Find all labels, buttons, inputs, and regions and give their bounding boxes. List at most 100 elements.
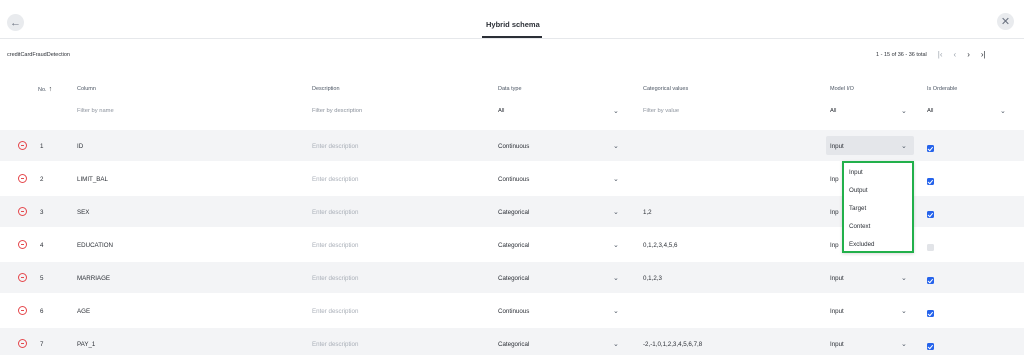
active-tab-indicator	[482, 36, 542, 38]
chevron-down-icon[interactable]: ⌄	[901, 307, 907, 315]
table-row: 7 PAY_1 Enter description Categorical ⌄ …	[0, 328, 1024, 355]
description-input[interactable]: Enter description	[312, 176, 358, 183]
header-description: Description	[312, 86, 340, 92]
description-input[interactable]: Enter description	[312, 275, 358, 282]
remove-row-icon[interactable]	[18, 240, 27, 249]
pagination: 1 - 15 of 36 - 36 total |‹ ‹ › ›|	[876, 50, 986, 59]
filter-value-input[interactable]: Filter by value	[643, 108, 679, 114]
model-io-value[interactable]: Inp	[830, 209, 839, 216]
orderable-checkbox[interactable]	[927, 244, 934, 251]
header-model-io: Model I/O	[830, 86, 854, 92]
remove-row-icon[interactable]	[18, 306, 27, 315]
chevron-down-icon[interactable]: ⌄	[613, 142, 619, 150]
filter-model-io-select[interactable]: All	[830, 108, 836, 114]
close-icon: ✕	[1000, 16, 1011, 28]
table-row: 5 MARRIAGE Enter description Categorical…	[0, 262, 1024, 293]
menu-item-target[interactable]: Target	[849, 205, 866, 212]
description-input[interactable]: Enter description	[312, 143, 358, 150]
first-page-icon[interactable]: |‹	[938, 50, 943, 59]
header-no[interactable]: No. ↑	[38, 86, 52, 93]
filter-data-type-select[interactable]: All	[498, 108, 504, 114]
model-io-dropdown-menu: Input Output Target Context Excluded	[842, 161, 914, 253]
model-io-value[interactable]: Input	[830, 275, 844, 282]
filter-orderable-select[interactable]: All	[927, 108, 933, 114]
column-name: PAY_1	[77, 341, 96, 348]
chevron-down-icon[interactable]: ⌄	[613, 307, 619, 315]
categorical-values[interactable]: -2,-1,0,1,2,3,4,5,6,7,8	[643, 341, 702, 348]
remove-row-icon[interactable]	[18, 207, 27, 216]
column-name: LIMIT_BAL	[77, 176, 108, 183]
column-name: AGE	[77, 308, 91, 315]
prev-page-icon[interactable]: ‹	[954, 50, 957, 59]
categorical-values[interactable]: 0,1,2,3	[643, 275, 662, 282]
arrow-left-icon: ←	[10, 16, 21, 29]
remove-row-icon[interactable]	[18, 273, 27, 282]
remove-row-icon[interactable]	[18, 141, 27, 150]
row-number: 1	[40, 143, 44, 150]
description-input[interactable]: Enter description	[312, 341, 358, 348]
model-io-value[interactable]: Input	[830, 308, 844, 315]
data-type-select[interactable]: Categorical	[498, 242, 529, 249]
chevron-down-icon[interactable]: ⌄	[613, 107, 619, 115]
table-row: 6 AGE Enter description Continuous ⌄ Inp…	[0, 295, 1024, 326]
dataset-name: creditCardFraudDetection	[7, 52, 70, 58]
row-number: 3	[40, 209, 44, 216]
remove-row-icon[interactable]	[18, 339, 27, 348]
chevron-down-icon[interactable]: ⌄	[901, 142, 907, 150]
data-type-select[interactable]: Categorical	[498, 209, 529, 216]
remove-row-icon[interactable]	[18, 174, 27, 183]
description-input[interactable]: Enter description	[312, 308, 358, 315]
pagination-summary: 1 - 15 of 36 - 36 total	[876, 51, 927, 58]
filter-description-input[interactable]: Filter by description	[312, 108, 362, 114]
model-io-value[interactable]: Inp	[830, 176, 839, 183]
description-input[interactable]: Enter description	[312, 242, 358, 249]
header-column: Column	[77, 86, 96, 92]
back-button[interactable]: ←	[7, 14, 24, 31]
orderable-checkbox[interactable]	[927, 211, 934, 218]
close-button[interactable]: ✕	[997, 13, 1014, 30]
menu-item-input[interactable]: Input	[849, 169, 863, 176]
menu-item-output[interactable]: Output	[849, 187, 868, 194]
data-type-select[interactable]: Categorical	[498, 275, 529, 282]
orderable-checkbox[interactable]	[927, 277, 934, 284]
next-page-icon[interactable]: ›	[967, 50, 970, 59]
categorical-values[interactable]: 0,1,2,3,4,5,6	[643, 242, 677, 249]
filter-name-input[interactable]: Filter by name	[77, 108, 114, 114]
chevron-down-icon[interactable]: ⌄	[901, 107, 907, 115]
orderable-checkbox[interactable]	[927, 310, 934, 317]
menu-item-excluded[interactable]: Excluded	[849, 241, 874, 248]
chevron-down-icon[interactable]: ⌄	[901, 340, 907, 348]
chevron-down-icon[interactable]: ⌄	[613, 241, 619, 249]
data-type-select[interactable]: Continuous	[498, 176, 529, 183]
row-number: 7	[40, 341, 44, 348]
table-row: 1 ID Enter description Continuous ⌄ Inpu…	[0, 130, 1024, 161]
last-page-icon[interactable]: ›|	[981, 50, 986, 59]
header-is-orderable: Is Orderable	[927, 86, 958, 92]
column-name: EDUCATION	[77, 242, 113, 249]
model-io-value[interactable]: Input	[830, 341, 844, 348]
model-io-value[interactable]: Input	[830, 143, 844, 150]
chevron-down-icon[interactable]: ⌄	[613, 208, 619, 216]
column-name: MARRIAGE	[77, 275, 111, 282]
row-number: 4	[40, 242, 44, 249]
orderable-checkbox[interactable]	[927, 145, 934, 152]
data-type-select[interactable]: Categorical	[498, 341, 529, 348]
data-type-select[interactable]: Continuous	[498, 308, 529, 315]
description-input[interactable]: Enter description	[312, 209, 358, 216]
categorical-values[interactable]: 1,2	[643, 209, 652, 216]
column-name: SEX	[77, 209, 90, 216]
menu-item-context[interactable]: Context	[849, 223, 870, 230]
chevron-down-icon[interactable]: ⌄	[613, 175, 619, 183]
chevron-down-icon[interactable]: ⌄	[613, 274, 619, 282]
sort-up-icon[interactable]: ↑	[49, 86, 53, 93]
model-io-value[interactable]: Inp	[830, 242, 839, 249]
orderable-checkbox[interactable]	[927, 343, 934, 350]
row-number: 5	[40, 275, 44, 282]
chevron-down-icon[interactable]: ⌄	[1000, 107, 1006, 115]
chevron-down-icon[interactable]: ⌄	[613, 340, 619, 348]
chevron-down-icon[interactable]: ⌄	[901, 274, 907, 282]
tab-hybrid-schema[interactable]: Hybrid schema	[486, 20, 540, 29]
data-type-select[interactable]: Continuous	[498, 143, 529, 150]
header-categorical-values: Categorical values	[643, 86, 689, 92]
orderable-checkbox[interactable]	[927, 178, 934, 185]
